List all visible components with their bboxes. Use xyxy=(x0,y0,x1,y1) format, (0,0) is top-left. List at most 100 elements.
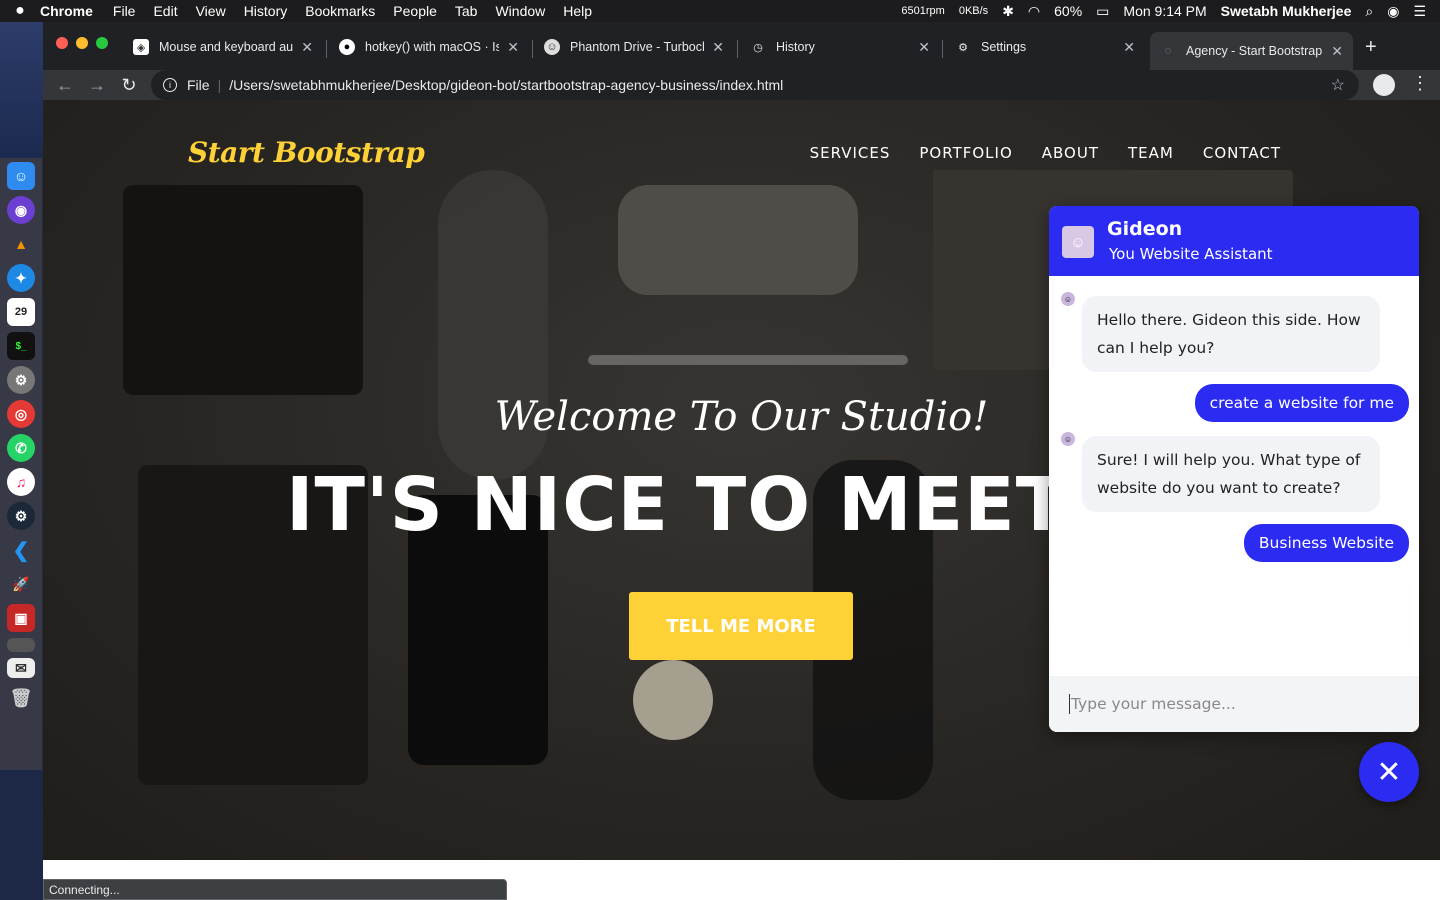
menu-people[interactable]: People xyxy=(393,3,437,19)
avatar-favicon-icon: ☺ xyxy=(544,39,560,55)
kebab-menu-icon[interactable]: ⋮ xyxy=(1411,73,1429,94)
trash-icon[interactable]: 🗑 xyxy=(7,684,35,712)
tab-label: Mouse and keyboard aut xyxy=(159,40,294,54)
downloads-icon[interactable]: ✉ xyxy=(7,658,35,678)
apple-menu-icon[interactable]: ● xyxy=(0,2,40,20)
chrome-icon[interactable]: ◎ xyxy=(7,400,35,428)
vscode-icon[interactable]: ❮ xyxy=(7,536,35,564)
wifi-icon[interactable]: ◠ xyxy=(1028,3,1040,20)
github-icon: ● xyxy=(339,39,355,55)
tab-label: Agency - Start Bootstrap xyxy=(1186,44,1323,58)
chat-bot-name: Gideon xyxy=(1107,218,1183,240)
nav-portfolio[interactable]: PORTFOLIO xyxy=(919,144,1012,162)
tell-me-more-button[interactable]: TELL ME MORE xyxy=(629,592,853,660)
battery-percent[interactable]: 60% xyxy=(1054,3,1082,19)
tab-settings[interactable]: ⚙ Settings ✕ xyxy=(945,30,1145,64)
tab-label: Phantom Drive - Turboch xyxy=(570,40,705,54)
tab-agency-active[interactable]: ◌ Agency - Start Bootstrap ✕ xyxy=(1150,32,1353,70)
menu-history[interactable]: History xyxy=(244,3,288,19)
menu-edit[interactable]: Edit xyxy=(153,3,177,19)
network-speed[interactable]: 0KB/s xyxy=(959,5,988,17)
clock[interactable]: Mon 9:14 PM xyxy=(1123,3,1206,19)
chat-close-button[interactable]: ✕ xyxy=(1359,742,1419,802)
notification-center-icon[interactable]: ☰ xyxy=(1413,3,1426,20)
steam-icon[interactable]: ⚙ xyxy=(7,502,35,530)
nav-services[interactable]: SERVICES xyxy=(810,144,891,162)
chat-messages: ☺ Hello there. Gideon this side. How can… xyxy=(1049,276,1419,676)
loading-favicon-icon: ◌ xyxy=(1164,45,1172,57)
tab-hotkey-github[interactable]: ● hotkey() with macOS · Is ✕ xyxy=(329,30,529,64)
reload-icon[interactable]: ↻ xyxy=(113,75,145,96)
tab-history[interactable]: ◷ History ✕ xyxy=(740,30,940,64)
menu-tab[interactable]: Tab xyxy=(455,3,478,19)
finder-icon[interactable]: ☺ xyxy=(7,162,35,190)
profile-avatar-icon[interactable] xyxy=(1373,74,1395,96)
bot-avatar-small-icon: ☺ xyxy=(1061,292,1075,306)
nav-team[interactable]: TEAM xyxy=(1128,144,1174,162)
bot-avatar-small-icon: ☺ xyxy=(1061,432,1075,446)
url-text[interactable]: /Users/swetabhmukherjee/Desktop/gideon-b… xyxy=(229,77,783,93)
menu-window[interactable]: Window xyxy=(495,3,545,19)
address-bar[interactable]: i File | /Users/swetabhmukherjee/Desktop… xyxy=(151,70,1359,100)
user-message: create a website for me xyxy=(1194,384,1409,422)
menu-app-name[interactable]: Chrome xyxy=(40,3,93,19)
tab-close-icon[interactable]: ✕ xyxy=(1123,39,1135,56)
chat-message-input[interactable]: Type your message... xyxy=(1049,676,1419,732)
siri-dock-icon[interactable]: ◉ xyxy=(7,196,35,224)
back-arrow-icon[interactable]: ← xyxy=(49,75,81,96)
launchpad-icon[interactable]: 🚀 xyxy=(7,570,35,598)
siri-icon[interactable]: ◉ xyxy=(1387,3,1399,20)
pen-image xyxy=(588,355,908,365)
close-window-button[interactable] xyxy=(56,37,68,49)
bluetooth-icon[interactable]: ✱ xyxy=(1002,3,1014,20)
user-message: Business Website xyxy=(1243,524,1409,562)
tab-close-icon[interactable]: ✕ xyxy=(712,39,724,56)
wallet-image xyxy=(123,185,363,395)
fan-speed[interactable]: 6501rpm xyxy=(901,5,944,17)
info-icon[interactable]: i xyxy=(163,78,177,92)
calendar-icon[interactable]: 29 xyxy=(7,298,35,326)
tab-label: Settings xyxy=(981,40,1027,54)
tab-label: hotkey() with macOS · Is xyxy=(365,40,500,54)
history-icon: ◷ xyxy=(753,41,763,54)
tab-separator xyxy=(532,40,533,58)
tab-close-icon[interactable]: ✕ xyxy=(301,39,313,56)
terminal-icon[interactable]: $_ xyxy=(7,332,35,360)
forward-arrow-icon[interactable]: → xyxy=(81,75,113,96)
gear-icon: ⚙ xyxy=(958,41,968,54)
zoom-window-button[interactable] xyxy=(96,37,108,49)
tab-strip: ◈ Mouse and keyboard aut ✕ ● hotkey() wi… xyxy=(43,22,1440,70)
chat-bot-subtitle: You Website Assistant xyxy=(1109,245,1273,263)
site-brand-logo[interactable]: Start Bootstrap xyxy=(188,136,425,169)
tab-label: History xyxy=(776,40,815,54)
system-preferences-icon[interactable]: ⚙ xyxy=(7,366,35,394)
battery-icon[interactable]: ▭ xyxy=(1096,3,1109,20)
macos-menu-bar: ● Chrome File Edit View History Bookmark… xyxy=(0,0,1440,22)
menu-bookmarks[interactable]: Bookmarks xyxy=(305,3,375,19)
nav-about[interactable]: ABOUT xyxy=(1042,144,1099,162)
new-tab-button[interactable]: + xyxy=(1365,36,1377,59)
spotlight-icon[interactable]: ⌕ xyxy=(1365,3,1373,20)
menu-view[interactable]: View xyxy=(196,3,226,19)
tab-mouse-keyboard[interactable]: ◈ Mouse and keyboard aut ✕ xyxy=(123,30,323,64)
menu-file[interactable]: File xyxy=(113,3,136,19)
user-name[interactable]: Swetabh Mukherjee xyxy=(1221,3,1352,19)
photo-booth-icon[interactable]: ▣ xyxy=(7,604,35,632)
safari-icon[interactable]: ✦ xyxy=(7,264,35,292)
tab-close-icon[interactable]: ✕ xyxy=(918,39,930,56)
window-thumbnail-icon[interactable] xyxy=(7,638,35,652)
tab-close-icon[interactable]: ✕ xyxy=(1331,43,1343,60)
vlc-icon[interactable]: ▲ xyxy=(7,230,35,258)
text-caret xyxy=(1069,694,1070,714)
tab-favicon-icon: ◈ xyxy=(133,39,149,55)
tab-close-icon[interactable]: ✕ xyxy=(507,39,519,56)
menu-help[interactable]: Help xyxy=(563,3,592,19)
tab-phantom-drive[interactable]: ☺ Phantom Drive - Turboch ✕ xyxy=(534,30,734,64)
minimize-window-button[interactable] xyxy=(76,37,88,49)
nav-contact[interactable]: CONTACT xyxy=(1203,144,1281,162)
whatsapp-icon[interactable]: ✆ xyxy=(7,434,35,462)
url-divider: | xyxy=(217,77,222,93)
music-icon[interactable]: ♫ xyxy=(7,468,35,496)
bowtie-image xyxy=(618,185,858,295)
bookmark-star-icon[interactable]: ☆ xyxy=(1331,75,1345,95)
